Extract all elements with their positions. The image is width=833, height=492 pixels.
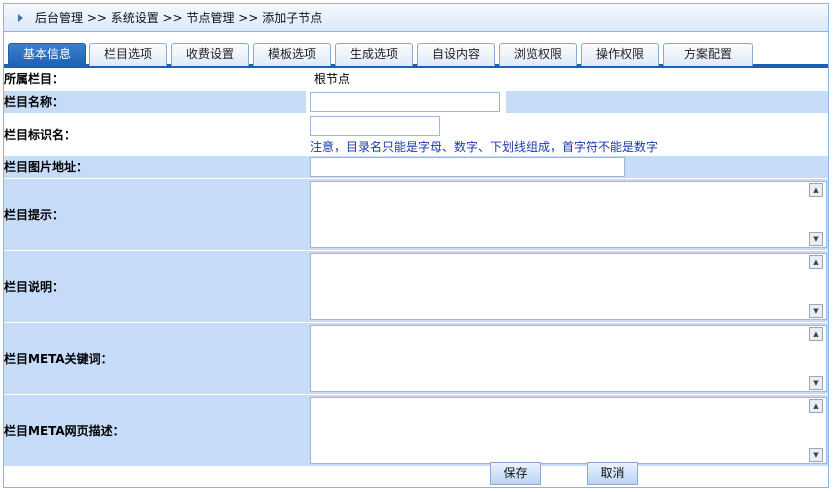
scroll-up-icon[interactable]: ▲ [809, 326, 823, 341]
meta-description-textarea[interactable] [310, 396, 827, 464]
identifier-label: 栏目标识名： [4, 113, 306, 156]
scroll-down-icon[interactable]: ▼ [809, 231, 823, 246]
tab-column-options[interactable]: 栏目选项 [89, 43, 167, 66]
image-label: 栏目图片地址： [4, 155, 306, 179]
scroll-up-icon[interactable]: ▲ [809, 254, 823, 269]
tab-fee-settings[interactable]: 收费设置 [171, 43, 249, 66]
column-name-input[interactable] [310, 91, 500, 112]
tab-browse-permission[interactable]: 浏览权限 [499, 43, 577, 66]
description-label: 栏目说明： [4, 250, 306, 323]
row-identifier: 栏目标识名： 注意，目录名只能是字母、数字、下划线组成，首字符不能是数字 [4, 113, 828, 156]
scroll-down-icon[interactable]: ▼ [809, 303, 823, 318]
tip-label: 栏目提示： [4, 178, 306, 251]
name-label: 栏目名称： [4, 90, 306, 114]
scroll-up-icon[interactable]: ▲ [809, 182, 823, 197]
save-button[interactable]: 保存 [490, 462, 541, 485]
row-name: 栏目名称： [4, 90, 828, 114]
tab-template-options[interactable]: 模板选项 [253, 43, 331, 66]
arrow-right-icon [18, 13, 23, 22]
tip-textarea[interactable] [310, 180, 827, 248]
row-parent: 所属栏目： 根节点 [4, 68, 828, 91]
parent-value: 根节点 [306, 68, 828, 91]
scroll-down-icon[interactable]: ▼ [809, 447, 823, 462]
tab-scheme-config[interactable]: 方案配置 [663, 43, 753, 66]
scroll-down-icon[interactable]: ▼ [809, 375, 823, 390]
meta-keywords-textarea[interactable] [310, 324, 827, 392]
description-textarea[interactable] [310, 252, 827, 320]
main-frame: 后台管理 >> 系统设置 >> 节点管理 >> 添加子节点 基本信息 栏目选项 … [3, 3, 829, 488]
tab-basic-info[interactable]: 基本信息 [8, 43, 86, 68]
breadcrumb-path: 后台管理 >> 系统设置 >> 节点管理 >> 添加子节点 [35, 11, 323, 25]
image-url-input[interactable] [310, 156, 625, 177]
tab-operate-permission[interactable]: 操作权限 [581, 43, 659, 66]
tab-generate-options[interactable]: 生成选项 [335, 43, 413, 66]
row-meta-description: 栏目META网页描述： ▲ ▼ [4, 394, 828, 467]
tab-custom-content[interactable]: 自设内容 [417, 43, 495, 66]
identifier-note: 注意，目录名只能是字母、数字、下划线组成，首字符不能是数字 [310, 139, 659, 154]
tab-bar: 基本信息 栏目选项 收费设置 模板选项 生成选项 自设内容 浏览权限 操作权限 … [4, 35, 828, 68]
parent-label: 所属栏目： [4, 68, 306, 91]
row-tip: 栏目提示： ▲ ▼ [4, 178, 828, 251]
meta-keywords-label: 栏目META关键词： [4, 322, 306, 395]
row-meta-keywords: 栏目META关键词： ▲ ▼ [4, 322, 828, 395]
meta-description-label: 栏目META网页描述： [4, 394, 306, 467]
breadcrumb: 后台管理 >> 系统设置 >> 节点管理 >> 添加子节点 [4, 4, 828, 32]
cancel-button[interactable]: 取消 [587, 462, 638, 485]
node-form: 所属栏目： 根节点 栏目名称： 栏目标识名： 注意，目录名只能是字母、数字、下划… [4, 68, 828, 467]
row-description: 栏目说明： ▲ ▼ [4, 250, 828, 323]
scroll-up-icon[interactable]: ▲ [809, 398, 823, 413]
row-image: 栏目图片地址： [4, 155, 828, 179]
identifier-input[interactable] [310, 115, 440, 136]
